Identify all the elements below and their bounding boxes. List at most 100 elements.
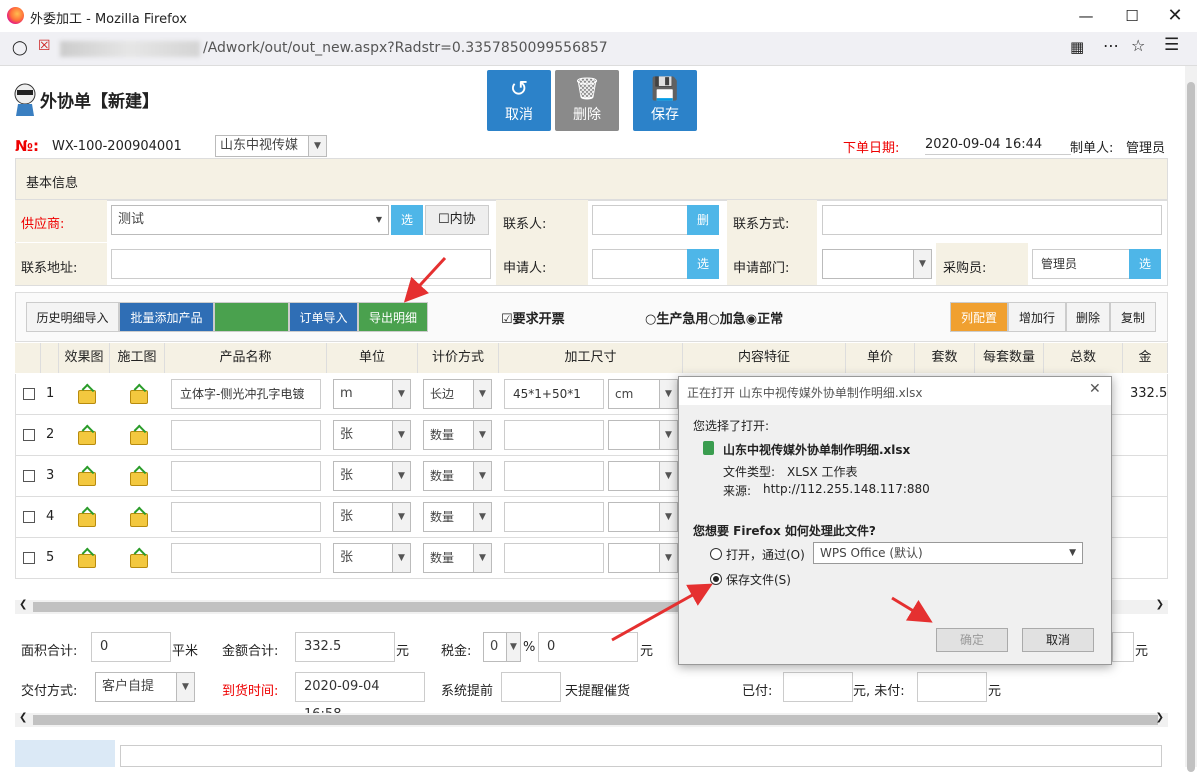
save-file-radio[interactable] [710,573,722,585]
file-type-label: 文件类型: [723,465,776,479]
redacted-button[interactable] [214,302,289,332]
shield-icon[interactable]: ◯ [12,40,28,56]
construction-image-upload-icon[interactable] [130,472,148,486]
effect-image-upload-icon[interactable] [78,513,96,527]
effect-image-upload-icon[interactable] [78,431,96,445]
unpaid-input[interactable] [917,672,987,702]
company-select[interactable]: 山东中视传媒 ▼ [215,135,327,157]
product-name-input[interactable]: 立体字-侧光冲孔字电镀 [171,379,321,409]
batch-add-button[interactable]: 批量添加产品 [119,302,214,332]
add-row-button[interactable]: 增加行 [1008,302,1066,332]
pricing-select[interactable]: 数量 ▼ [423,461,492,491]
bookmark-star-icon[interactable]: ☆ [1131,36,1145,55]
menu-icon[interactable]: ☰ [1164,35,1179,55]
applicant-pick-button[interactable]: 选 [687,249,719,279]
product-name-input[interactable] [171,461,321,491]
pricing-select[interactable]: 数量 ▼ [423,502,492,532]
unit-select[interactable]: m ▼ [333,379,411,409]
supplier-select[interactable]: 测试 ▼ [111,205,389,235]
size-unit-select[interactable]: cm ▼ [608,379,678,409]
size-input[interactable] [504,461,604,491]
supplier-pick-button[interactable]: 选 [391,205,423,235]
remind-days-input[interactable] [501,672,561,702]
open-with-label[interactable]: 打开，通过(O) [726,546,805,563]
pricing-select[interactable]: 数量 ▼ [423,420,492,450]
history-import-button[interactable]: 历史明细导入 [26,302,119,332]
effect-image-upload-icon[interactable] [78,554,96,568]
product-name-input[interactable] [171,420,321,450]
delete-row-button[interactable]: 删除 [1066,302,1110,332]
minimize-icon[interactable]: — [1063,0,1109,32]
unit-select[interactable]: 张 ▼ [333,543,411,573]
size-input[interactable]: 45*1+50*1 [504,379,604,409]
row-checkbox[interactable] [23,388,35,400]
close-icon[interactable]: ✕ [1152,0,1197,32]
maximize-icon[interactable]: ☐ [1109,0,1155,32]
construction-image-upload-icon[interactable] [130,390,148,404]
product-name-input[interactable] [171,502,321,532]
delivery-select[interactable]: 客户自提 ▼ [95,672,195,702]
pricing-select[interactable]: 数量 ▼ [423,543,492,573]
remark-input[interactable] [120,745,1162,767]
size-input[interactable] [504,543,604,573]
pricing-select[interactable]: 长边 ▼ [423,379,492,409]
page-scrollbar[interactable] [1185,66,1197,772]
paid-input[interactable] [783,672,853,702]
size-unit-select[interactable]: ▼ [608,543,678,573]
dept-select[interactable]: ▼ [822,249,932,279]
copy-row-button[interactable]: 复制 [1110,302,1156,332]
contact-input[interactable] [592,205,688,235]
amount-total-input[interactable]: 332.5 [295,632,395,662]
applicant-input[interactable] [592,249,688,279]
dialog-cancel-button[interactable]: 取消 [1022,628,1094,652]
address-input[interactable] [111,249,491,279]
size-unit-select[interactable]: ▼ [608,502,678,532]
effect-image-upload-icon[interactable] [78,390,96,404]
size-input[interactable] [504,420,604,450]
save-button[interactable]: 💾 保存 [633,70,697,131]
url-text[interactable]: /Adwork/out/out_new.aspx?Radstr=0.335785… [203,40,608,56]
column-config-button[interactable]: 列配置 [950,302,1008,332]
size-unit-select[interactable]: ▼ [608,461,678,491]
order-date[interactable]: 2020-09-04 16:44 [925,137,1071,155]
dialog-ok-button[interactable]: 确定 [936,628,1008,652]
order-import-button[interactable]: 订单导入 [289,302,358,332]
construction-image-upload-icon[interactable] [130,431,148,445]
buyer-pick-button[interactable]: 选 [1129,249,1161,279]
open-with-radio[interactable] [710,548,722,560]
row-checkbox[interactable] [23,511,35,523]
dialog-close-icon[interactable]: ✕ [1089,381,1101,397]
open-with-app-select[interactable]: WPS Office (默认) ▼ [813,542,1083,564]
insecure-lock-icon[interactable]: ☒ [38,38,51,54]
delete-button[interactable]: 🗑 删除 [555,70,619,131]
contact-delete-button[interactable]: 删 [687,205,719,235]
size-unit-select[interactable]: ▼ [608,420,678,450]
more-icon[interactable]: ⋯ [1103,36,1119,55]
row-checkbox[interactable] [23,552,35,564]
product-name-input[interactable] [171,543,321,573]
row-checkbox[interactable] [23,429,35,441]
invoice-checkbox[interactable]: ☑要求开票 [501,308,565,327]
priority-radios[interactable]: ○生产急用○加急◉正常 [645,308,783,327]
construction-image-upload-icon[interactable] [130,513,148,527]
tax-rate-select[interactable]: 0 ▼ [483,632,521,662]
internal-checkbox[interactable]: ☐内协 [425,205,489,235]
unit-select[interactable]: 张 ▼ [333,502,411,532]
unit-select[interactable]: 张 ▼ [333,420,411,450]
save-file-label[interactable]: 保存文件(S) [726,571,791,588]
footer-hscrollbar[interactable]: ❮ ❯ [15,712,1168,727]
buyer-input[interactable]: 管理员 [1032,249,1130,279]
export-detail-button[interactable]: 导出明细 [358,302,428,332]
qr-icon[interactable]: ▦ [1070,38,1084,56]
construction-image-upload-icon[interactable] [130,554,148,568]
effect-image-upload-icon[interactable] [78,472,96,486]
cancel-button[interactable]: ↺ 取消 [487,70,551,131]
size-input[interactable] [504,502,604,532]
arrival-input[interactable]: 2020-09-04 16:58 [295,672,425,722]
row-checkbox[interactable] [23,470,35,482]
contact-method-input[interactable] [822,205,1162,235]
tax-input[interactable]: 0 [538,632,638,662]
hidden-total-input[interactable] [1112,632,1134,662]
unit-select[interactable]: 张 ▼ [333,461,411,491]
area-total-input[interactable]: 0 [91,632,171,662]
